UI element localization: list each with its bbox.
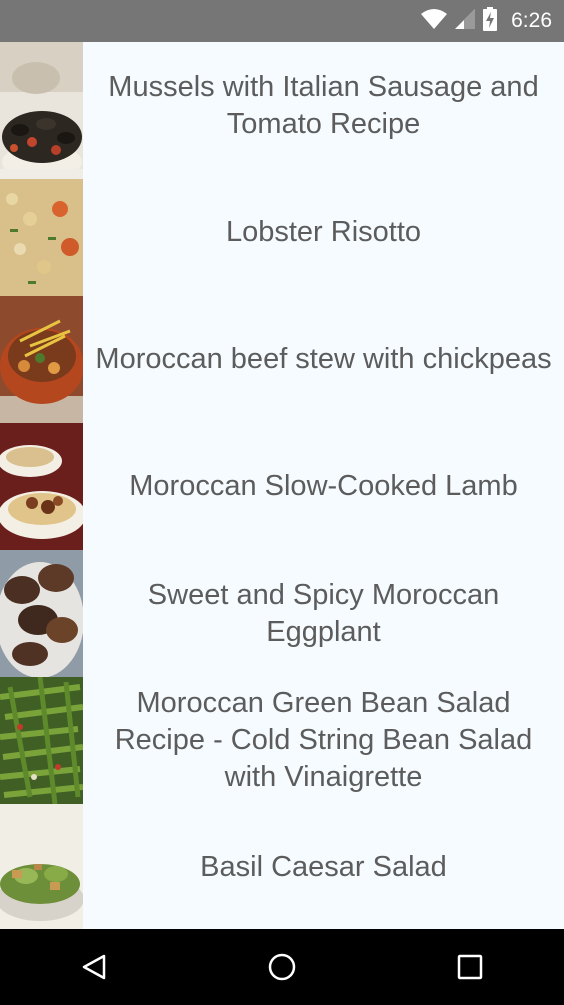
recipe-title: Mussels with Italian Sausage and Tomato …: [108, 70, 539, 140]
status-bar: 6:26: [0, 0, 564, 42]
lobster-risotto-photo: [0, 169, 83, 296]
recents-icon: [457, 954, 483, 980]
recipe-item[interactable]: Lobster Risotto: [0, 169, 564, 296]
recipe-title: Lobster Risotto: [225, 216, 422, 248]
recipe-item[interactable]: Moroccan Green Bean Salad Recipe - Cold …: [0, 677, 564, 804]
recipe-item[interactable]: Moroccan Slow-Cooked Lamb: [0, 423, 564, 550]
navigation-bar: [0, 929, 564, 1005]
battery-charging-icon: [483, 6, 498, 36]
beef-stew-photo: [0, 296, 83, 423]
recipe-title: Sweet and Spicy Moroccan Eggplant: [147, 578, 500, 648]
recipe-title: Moroccan beef stew with chickpeas: [95, 343, 552, 375]
recents-button[interactable]: [430, 937, 510, 997]
recipe-title: Basil Caesar Salad: [200, 851, 447, 883]
caesar-salad-photo: [0, 804, 83, 929]
back-button[interactable]: [54, 937, 134, 997]
green-bean-salad-photo: [0, 677, 83, 804]
recipe-item[interactable]: Sweet and Spicy Moroccan Eggplant: [0, 550, 564, 677]
recipe-item[interactable]: Basil Caesar Salad: [0, 804, 564, 929]
signal-icon: [455, 8, 476, 34]
status-time: 6:26: [511, 9, 552, 32]
back-icon: [82, 954, 106, 980]
recipe-item[interactable]: Mussels with Italian Sausage and Tomato …: [0, 42, 564, 169]
home-button[interactable]: [242, 937, 322, 997]
wifi-icon: [421, 8, 448, 34]
lamb-photo: [0, 423, 83, 550]
recipe-list[interactable]: Mussels with Italian Sausage and Tomato …: [0, 42, 564, 929]
recipe-title: Moroccan Slow-Cooked Lamb: [129, 470, 518, 502]
home-icon: [268, 953, 296, 981]
mussels-photo: [0, 42, 83, 169]
recipe-title: Moroccan Green Bean Salad Recipe - Cold …: [114, 687, 533, 793]
eggplant-photo: [0, 550, 83, 677]
status-icons: 6:26: [421, 6, 552, 36]
recipe-item[interactable]: Moroccan beef stew with chickpeas: [0, 296, 564, 423]
